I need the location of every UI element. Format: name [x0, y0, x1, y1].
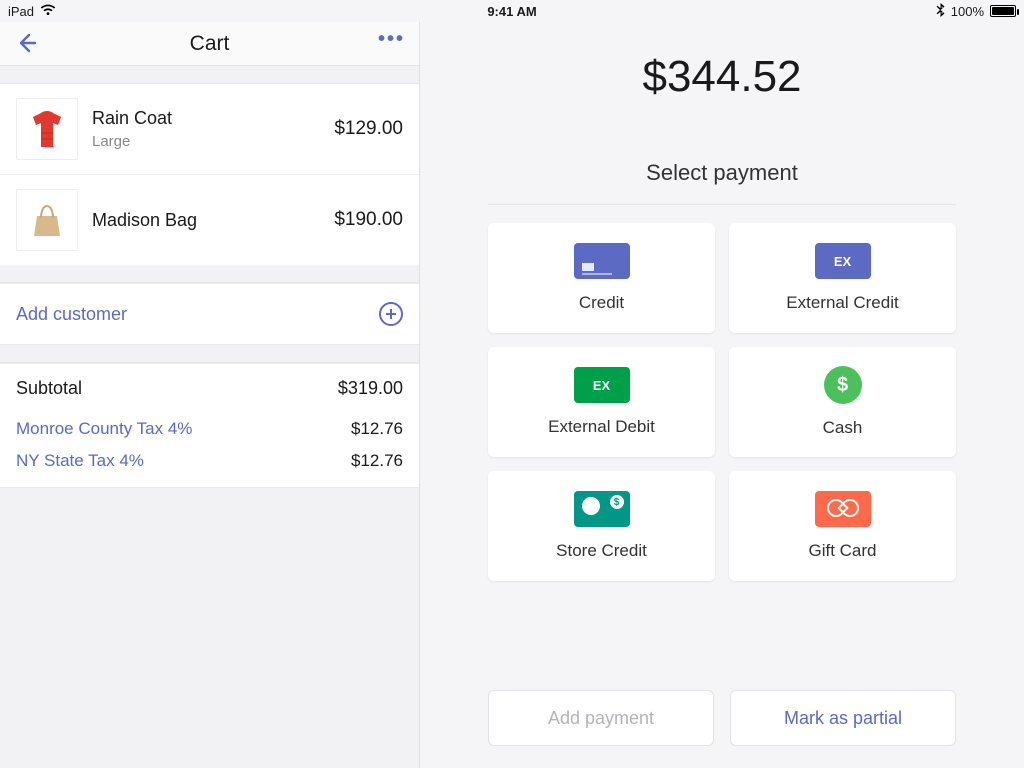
- payment-method-store-credit[interactable]: $ Store Credit: [488, 471, 715, 581]
- clock: 9:41 AM: [0, 4, 1024, 19]
- tax-row[interactable]: Monroe County Tax 4% $12.76: [0, 413, 419, 445]
- item-variant: Large: [92, 133, 320, 150]
- item-name: Madison Bag: [92, 210, 320, 231]
- subtotal-value: $319.00: [338, 378, 403, 399]
- add-customer-button[interactable]: Add customer: [0, 283, 419, 345]
- payment-method-external-debit[interactable]: EX External Debit: [488, 347, 715, 457]
- payment-method-label: External Debit: [548, 417, 655, 437]
- external-credit-icon: EX: [815, 243, 871, 279]
- status-bar: iPad 9:41 AM 100%: [0, 0, 1024, 22]
- payment-method-label: Cash: [823, 418, 863, 438]
- credit-card-icon: [574, 243, 630, 279]
- payment-methods-grid: Credit EX External Credit EX External De…: [488, 204, 956, 581]
- cart-item[interactable]: Madison Bag $190.00: [0, 174, 419, 265]
- tax-value: $12.76: [351, 451, 403, 471]
- item-price: $190.00: [334, 209, 403, 231]
- cart-panel: Cart ••• Rain Coat Large $129.00 M: [0, 22, 420, 768]
- subtotal-label: Subtotal: [16, 378, 82, 399]
- add-payment-button[interactable]: Add payment: [488, 690, 714, 746]
- select-payment-heading: Select payment: [646, 160, 798, 186]
- payment-method-credit[interactable]: Credit: [488, 223, 715, 333]
- payment-method-label: External Credit: [786, 293, 898, 313]
- grand-total: $344.52: [642, 52, 801, 102]
- mark-partial-button[interactable]: Mark as partial: [730, 690, 956, 746]
- tax-row[interactable]: NY State Tax 4% $12.76: [0, 445, 419, 487]
- payment-method-label: Store Credit: [556, 541, 647, 561]
- store-credit-icon: $: [574, 491, 630, 527]
- plus-icon: [379, 302, 403, 326]
- add-customer-label: Add customer: [16, 304, 127, 325]
- tax-label: Monroe County Tax 4%: [16, 419, 192, 439]
- cart-header: Cart •••: [0, 22, 419, 66]
- subtotal-row: Subtotal $319.00: [0, 364, 419, 413]
- payment-method-external-credit[interactable]: EX External Credit: [729, 223, 956, 333]
- gift-card-icon: [815, 491, 871, 527]
- more-button[interactable]: •••: [378, 34, 405, 44]
- payment-method-cash[interactable]: $ Cash: [729, 347, 956, 457]
- cash-icon: $: [824, 366, 862, 404]
- item-thumbnail: [16, 98, 78, 160]
- tax-label: NY State Tax 4%: [16, 451, 144, 471]
- item-price: $129.00: [334, 118, 403, 140]
- external-debit-icon: EX: [574, 367, 630, 403]
- back-button[interactable]: [14, 30, 40, 61]
- payment-actions: Add payment Mark as partial: [488, 690, 956, 746]
- payment-panel: $344.52 Select payment Credit EX Externa…: [420, 22, 1024, 768]
- payment-method-gift-card[interactable]: Gift Card: [729, 471, 956, 581]
- payment-method-label: Credit: [579, 293, 624, 313]
- totals-section: Subtotal $319.00 Monroe County Tax 4% $1…: [0, 363, 419, 488]
- cart-items: Rain Coat Large $129.00 Madison Bag $190…: [0, 84, 419, 265]
- cart-item[interactable]: Rain Coat Large $129.00: [0, 84, 419, 174]
- cart-title: Cart: [190, 32, 230, 56]
- payment-method-label: Gift Card: [808, 541, 876, 561]
- battery-icon: [990, 5, 1016, 17]
- item-name: Rain Coat: [92, 108, 320, 129]
- tax-value: $12.76: [351, 419, 403, 439]
- item-thumbnail: [16, 189, 78, 251]
